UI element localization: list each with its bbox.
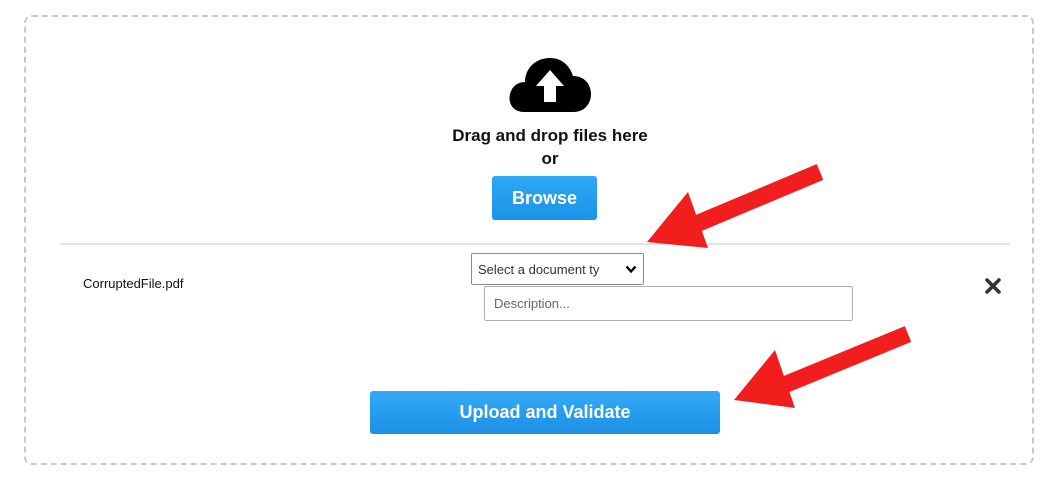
document-type-selected-value: Select a document ty — [478, 262, 600, 277]
file-name: CorruptedFile.pdf — [83, 276, 184, 291]
drag-drop-text: Drag and drop files here — [452, 126, 648, 145]
document-type-select[interactable]: Select a document ty — [471, 253, 644, 285]
or-text: or — [541, 149, 559, 168]
description-input[interactable] — [484, 286, 853, 321]
upload-and-validate-button[interactable]: Upload and Validate — [370, 391, 720, 434]
browse-button[interactable]: Browse — [492, 176, 597, 220]
cloud-upload-icon — [509, 58, 591, 112]
chevron-down-icon — [625, 265, 637, 274]
divider — [60, 243, 1010, 245]
close-icon[interactable] — [984, 277, 1002, 295]
